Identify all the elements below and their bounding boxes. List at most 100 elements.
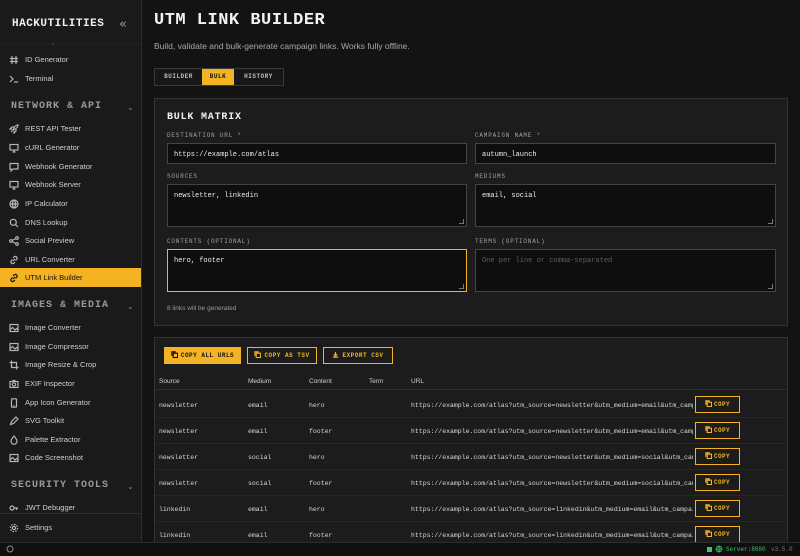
sidebar-item-code-screenshot[interactable]: Code Screenshot [0, 448, 141, 467]
sources-value: newsletter, linkedin [174, 192, 259, 200]
sidebar-item-label: DNS Lookup [25, 218, 68, 227]
tab-bulk[interactable]: BULK [202, 69, 234, 85]
key-icon [9, 503, 19, 513]
sidebar-item-id-generator[interactable]: ID Generator [0, 50, 141, 69]
resize-handle[interactable] [768, 284, 773, 289]
sidebar-item-label: UTM Link Builder [25, 273, 83, 282]
resize-handle[interactable] [459, 219, 464, 224]
mediums-textarea[interactable]: email, social [475, 184, 776, 227]
tab-history[interactable]: HISTORY [234, 69, 283, 85]
sidebar-item-webhook-generator[interactable]: Webhook Generator [0, 157, 141, 176]
chevron-down-icon[interactable]: ⌄ [127, 302, 134, 311]
sidebar-item-label: Image Compressor [25, 342, 89, 351]
sidebar-item-social-preview[interactable]: Social Preview [0, 231, 141, 250]
cell-content: hero [309, 454, 325, 461]
section-security-tools[interactable]: SECURITY TOOLS [11, 480, 109, 491]
sidebar-item-url-converter[interactable]: URL Converter [0, 250, 141, 269]
sidebar-item-label: Settings [25, 523, 53, 532]
campaign-name-label: CAMPAIGN NAME * [475, 132, 542, 139]
collapse-sidebar-icon[interactable]: « [119, 17, 127, 32]
copy-row-button[interactable]: COPY [695, 396, 740, 413]
copy-row-button[interactable]: COPY [695, 474, 740, 491]
sidebar-item-image-resize-crop[interactable]: Image Resize & Crop [0, 355, 141, 374]
cell-medium: email [248, 428, 268, 435]
copy-row-button[interactable]: COPY [695, 422, 740, 439]
section-network-api[interactable]: NETWORK & API [11, 101, 102, 112]
contents-textarea[interactable]: hero, footer [167, 249, 467, 292]
app-window: Lorem Ipsum Generator HACKUTILITIES « ID… [0, 0, 800, 556]
sidebar-item-app-icon-generator[interactable]: App Icon Generator [0, 393, 141, 412]
sidebar-item-image-converter[interactable]: Image Converter [0, 318, 141, 337]
table-row: newsletter social footer https://example… [155, 470, 787, 496]
export-csv-button[interactable]: EXPORT CSV [323, 347, 393, 364]
drop-icon [9, 435, 19, 445]
sidebar-item-terminal[interactable]: Terminal [0, 69, 141, 88]
copy-row-button[interactable]: COPY [695, 448, 740, 465]
sidebar-item-label: JWT Debugger [25, 503, 76, 512]
sidebar-item-image-compressor[interactable]: Image Compressor [0, 337, 141, 356]
globe-icon [715, 545, 723, 553]
terms-textarea[interactable]: One per line or comma-separated [475, 249, 776, 292]
sidebar-item-webhook-server[interactable]: Webhook Server [0, 175, 141, 194]
campaign-name-value: autumn_launch [482, 151, 537, 159]
sidebar-item-svg-toolkit[interactable]: SVG Toolkit [0, 411, 141, 430]
chat-icon [9, 162, 19, 173]
button-label: COPY [713, 427, 730, 434]
table-row: newsletter social hero https://example.c… [155, 444, 787, 470]
copy-icon [705, 450, 713, 460]
sidebar-item-palette-extractor[interactable]: Palette Extractor [0, 430, 141, 449]
monitor-icon [9, 180, 19, 190]
destination-url-input[interactable]: https://example.com/atlas [167, 143, 467, 164]
page-title: UTM LINK BUILDER [154, 11, 326, 30]
main-content: UTM LINK BUILDER Build, validate and bul… [142, 0, 800, 542]
panel-title: BULK MATRIX [167, 112, 242, 123]
column-header-content: Content [309, 378, 332, 385]
results-panel: COPY ALL URLS COPY AS TSV EXPORT CSV Sou… [154, 337, 788, 542]
sidebar-item-dns-lookup[interactable]: DNS Lookup [0, 213, 141, 232]
terms-placeholder: One per line or comma-separated [482, 257, 613, 265]
chevron-down-icon[interactable]: ⌄ [127, 482, 134, 491]
copy-row-button[interactable]: COPY [695, 526, 740, 542]
cell-source: newsletter [159, 480, 199, 487]
search-icon [9, 218, 19, 228]
resize-handle[interactable] [768, 219, 773, 224]
sidebar-item-label: Palette Extractor [25, 435, 81, 444]
resize-handle[interactable] [459, 284, 464, 289]
section-images-media[interactable]: IMAGES & MEDIA [11, 300, 109, 311]
gear-icon [9, 523, 19, 533]
chevron-down-icon[interactable]: ⌄ [127, 103, 134, 112]
pen-icon [9, 416, 19, 426]
app-version: v3.5.0 [771, 546, 793, 553]
bulk-matrix-panel: BULK MATRIX DESTINATION URL * https://ex… [154, 98, 788, 326]
copy-icon [705, 476, 713, 486]
tab-builder[interactable]: BUILDER [155, 69, 202, 85]
table-row: newsletter email footer https://example.… [155, 418, 787, 444]
button-label: COPY AS TSV [264, 352, 310, 359]
sidebar-item-label: Code Screenshot [25, 453, 83, 462]
sidebar-item-label: cURL Generator [25, 143, 80, 152]
sidebar-item-curl-generator[interactable]: cURL Generator [0, 138, 141, 157]
copy-row-button[interactable]: COPY [695, 500, 740, 517]
button-label: COPY [713, 401, 730, 408]
sources-textarea[interactable]: newsletter, linkedin [167, 184, 467, 227]
image-icon [9, 342, 19, 352]
server-status-text[interactable]: Server:8080 [726, 546, 766, 553]
button-label: COPY [713, 505, 730, 512]
sidebar-item-settings[interactable]: Settings [0, 518, 141, 537]
campaign-name-input[interactable]: autumn_launch [475, 143, 776, 164]
column-header-url: URL [411, 378, 425, 385]
image-icon [9, 323, 19, 333]
copy-as-tsv-button[interactable]: COPY AS TSV [247, 347, 317, 364]
cell-source: newsletter [159, 454, 199, 461]
cell-source: linkedin [159, 506, 191, 513]
sidebar-item-exif-inspector[interactable]: EXIF Inspector [0, 374, 141, 393]
button-label: COPY [713, 453, 730, 460]
sidebar-item-ip-calculator[interactable]: IP Calculator [0, 194, 141, 213]
copy-all-urls-button[interactable]: COPY ALL URLS [164, 347, 241, 364]
sidebar-item-label: App Icon Generator [25, 398, 91, 407]
sidebar-item-label: Webhook Generator [25, 162, 93, 171]
sidebar-item-utm-link-builder[interactable]: UTM Link Builder [0, 268, 141, 287]
sources-label: SOURCES [167, 173, 198, 180]
sidebar-item-rest-api-tester[interactable]: REST API Tester [0, 119, 141, 138]
button-label: COPY ALL URLS [180, 352, 235, 359]
